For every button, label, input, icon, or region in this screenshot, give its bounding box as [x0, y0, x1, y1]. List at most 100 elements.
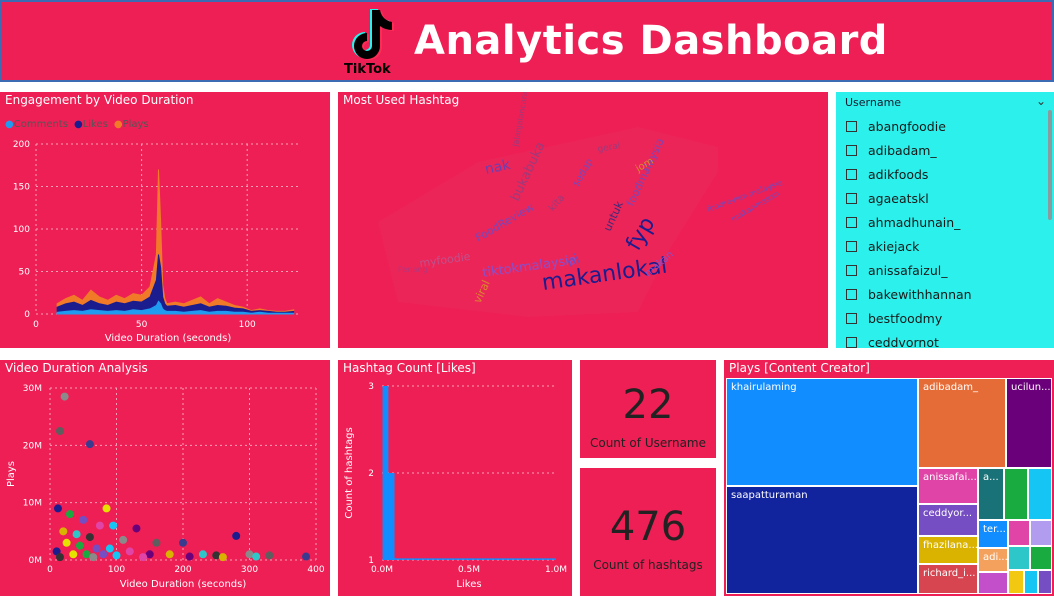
y-tick-label: 0M: [29, 556, 43, 566]
checkbox[interactable]: [846, 240, 857, 252]
scatter-point: [112, 551, 121, 560]
treemap-tile[interactable]: khairulaming: [726, 378, 918, 486]
dashboard-title: Analytics Dashboard: [414, 18, 888, 64]
slicer-header: Username: [845, 96, 902, 109]
checkbox[interactable]: [846, 312, 857, 324]
slicer-item[interactable]: adikfoods: [846, 162, 972, 186]
slicer-item-label: ceddvornot: [868, 334, 939, 349]
slicer-item-label: bakewithhannan: [868, 286, 972, 302]
scatter-point: [152, 538, 161, 547]
checkbox[interactable]: [846, 336, 857, 348]
username-slicer[interactable]: Username ⌄ abangfoodie adibadam_ adikfoods…: [836, 92, 1054, 348]
slicer-item[interactable]: adibadam_: [846, 138, 972, 162]
slicer-item-label: abangfoodie: [868, 118, 946, 134]
treemap-tile[interactable]: saapatturaman: [726, 486, 918, 594]
scatter-point: [72, 530, 81, 539]
scatter-point: [302, 552, 311, 561]
treemap-tile[interactable]: ter...: [978, 520, 1008, 548]
scatter-point: [89, 553, 98, 562]
treemap-tile[interactable]: [1008, 570, 1024, 594]
treemap-tile[interactable]: [1008, 520, 1030, 546]
tiktok-logo: TikTok: [342, 6, 398, 78]
slicer-item[interactable]: anissafaizul_: [846, 258, 972, 282]
treemap-tile[interactable]: [1008, 546, 1030, 570]
x-tick-label: 0: [33, 320, 39, 330]
slicer-item-label: anissafaizul_: [868, 262, 948, 278]
scatter-point: [105, 544, 114, 553]
x-tick-label: 100: [108, 565, 125, 575]
scatter-point: [92, 544, 101, 553]
checkbox[interactable]: [846, 120, 857, 132]
slicer-item-label: bestfoodmy: [868, 310, 943, 326]
treemap-tile[interactable]: [1024, 570, 1038, 594]
hashtag-word: jalanjalancarimakan: [511, 92, 534, 148]
scatter-point: [218, 553, 227, 562]
slicer-item[interactable]: ceddvornot: [846, 330, 972, 348]
hashtag-count-panel: Hashtag Count [Likes] 1 2 3 0.0M 0.5M 1.0M Lik…: [338, 360, 572, 596]
checkbox[interactable]: [846, 144, 857, 156]
slicer-item[interactable]: bestfoodmy: [846, 306, 972, 330]
checkbox[interactable]: [846, 264, 857, 276]
slicer-item[interactable]: agaeatskl: [846, 186, 972, 210]
treemap-tile[interactable]: a...: [978, 468, 1004, 520]
series-area-plays: [56, 169, 295, 315]
x-tick-label: 300: [241, 565, 258, 575]
scatter-point: [59, 527, 68, 536]
slicer-item[interactable]: ahmadhunain_: [846, 210, 972, 234]
x-axis-label: Video Duration (seconds): [105, 333, 232, 344]
checkbox[interactable]: [846, 216, 857, 228]
treemap-tile[interactable]: ceddyor...: [918, 504, 978, 536]
scatter-point: [69, 550, 78, 559]
treemap-tile[interactable]: anissafai...: [918, 468, 978, 504]
scatter-point: [60, 392, 69, 401]
x-tick-label: 0.5M: [458, 565, 480, 575]
y-tick-label: 20M: [23, 441, 42, 451]
scatter-point: [102, 504, 111, 513]
y-tick-label: 3: [368, 382, 374, 392]
treemap-tile[interactable]: [978, 572, 1008, 594]
count-hashtags-label: Count of hashtags: [593, 558, 703, 572]
y-tick-label: 100: [13, 225, 30, 235]
slicer-item-label: agaeatskl: [868, 190, 929, 206]
treemap-tile[interactable]: adi...: [978, 548, 1008, 572]
scatter-point: [232, 531, 241, 540]
treemap-tile[interactable]: ucilun...: [1006, 378, 1052, 468]
engagement-panel: Engagement by Video Duration ●Comments ●…: [0, 92, 330, 348]
scatter-point: [85, 440, 94, 449]
hashtag-count-chart: 1230.0M 0.5M 1.0MLikesCount of hashtags: [344, 382, 567, 590]
dashboard-header: TikTok Analytics Dashboard: [0, 0, 1054, 82]
logo-text: TikTok: [344, 62, 391, 77]
treemap-tile[interactable]: [1030, 520, 1052, 546]
checkbox[interactable]: [846, 192, 857, 204]
scatter-point: [55, 553, 64, 562]
treemap-tile[interactable]: [1038, 570, 1052, 594]
treemap-tile[interactable]: [1028, 468, 1052, 520]
series-area-likes: [56, 254, 295, 315]
treemap-panel: Plays [Content Creator] khairulaming saap…: [724, 360, 1054, 596]
slicer-item[interactable]: abangfoodie: [846, 114, 972, 138]
slicer-item-label: ahmadhunain_: [868, 214, 961, 230]
checkbox[interactable]: [846, 288, 857, 300]
checkbox[interactable]: [846, 168, 857, 180]
x-tick-label: 400: [307, 565, 324, 575]
slicer-item[interactable]: bakewithhannan: [846, 282, 972, 306]
slicer-scrollbar[interactable]: [1048, 110, 1052, 220]
x-tick-label: 0: [47, 565, 53, 575]
treemap-tile[interactable]: richard_i...: [918, 564, 978, 594]
scatter-point: [185, 552, 194, 561]
scatter-point: [198, 550, 207, 559]
treemap-tile[interactable]: fhazilana...: [918, 536, 978, 564]
chevron-down-icon[interactable]: ⌄: [1036, 94, 1046, 108]
treemap-tile[interactable]: [1030, 546, 1052, 570]
treemap-tile[interactable]: [1004, 468, 1028, 520]
scatter-point: [85, 533, 94, 542]
slicer-item[interactable]: akiejack: [846, 234, 972, 258]
y-tick-label: 2: [368, 469, 374, 479]
count-username-card: 22 Count of Username: [580, 360, 716, 458]
scatter-point: [79, 515, 88, 524]
duration-analysis-panel: Video Duration Analysis 0M 10M 20M 30M 0 100 2…: [0, 360, 330, 596]
engagement-chart: 0 50 100 150 200 0 50 100 Video Duration (second…: [13, 140, 300, 344]
scatter-point: [119, 535, 128, 544]
count-username-label: Count of Username: [589, 436, 706, 450]
treemap-tile[interactable]: adibadam_: [918, 378, 1006, 468]
